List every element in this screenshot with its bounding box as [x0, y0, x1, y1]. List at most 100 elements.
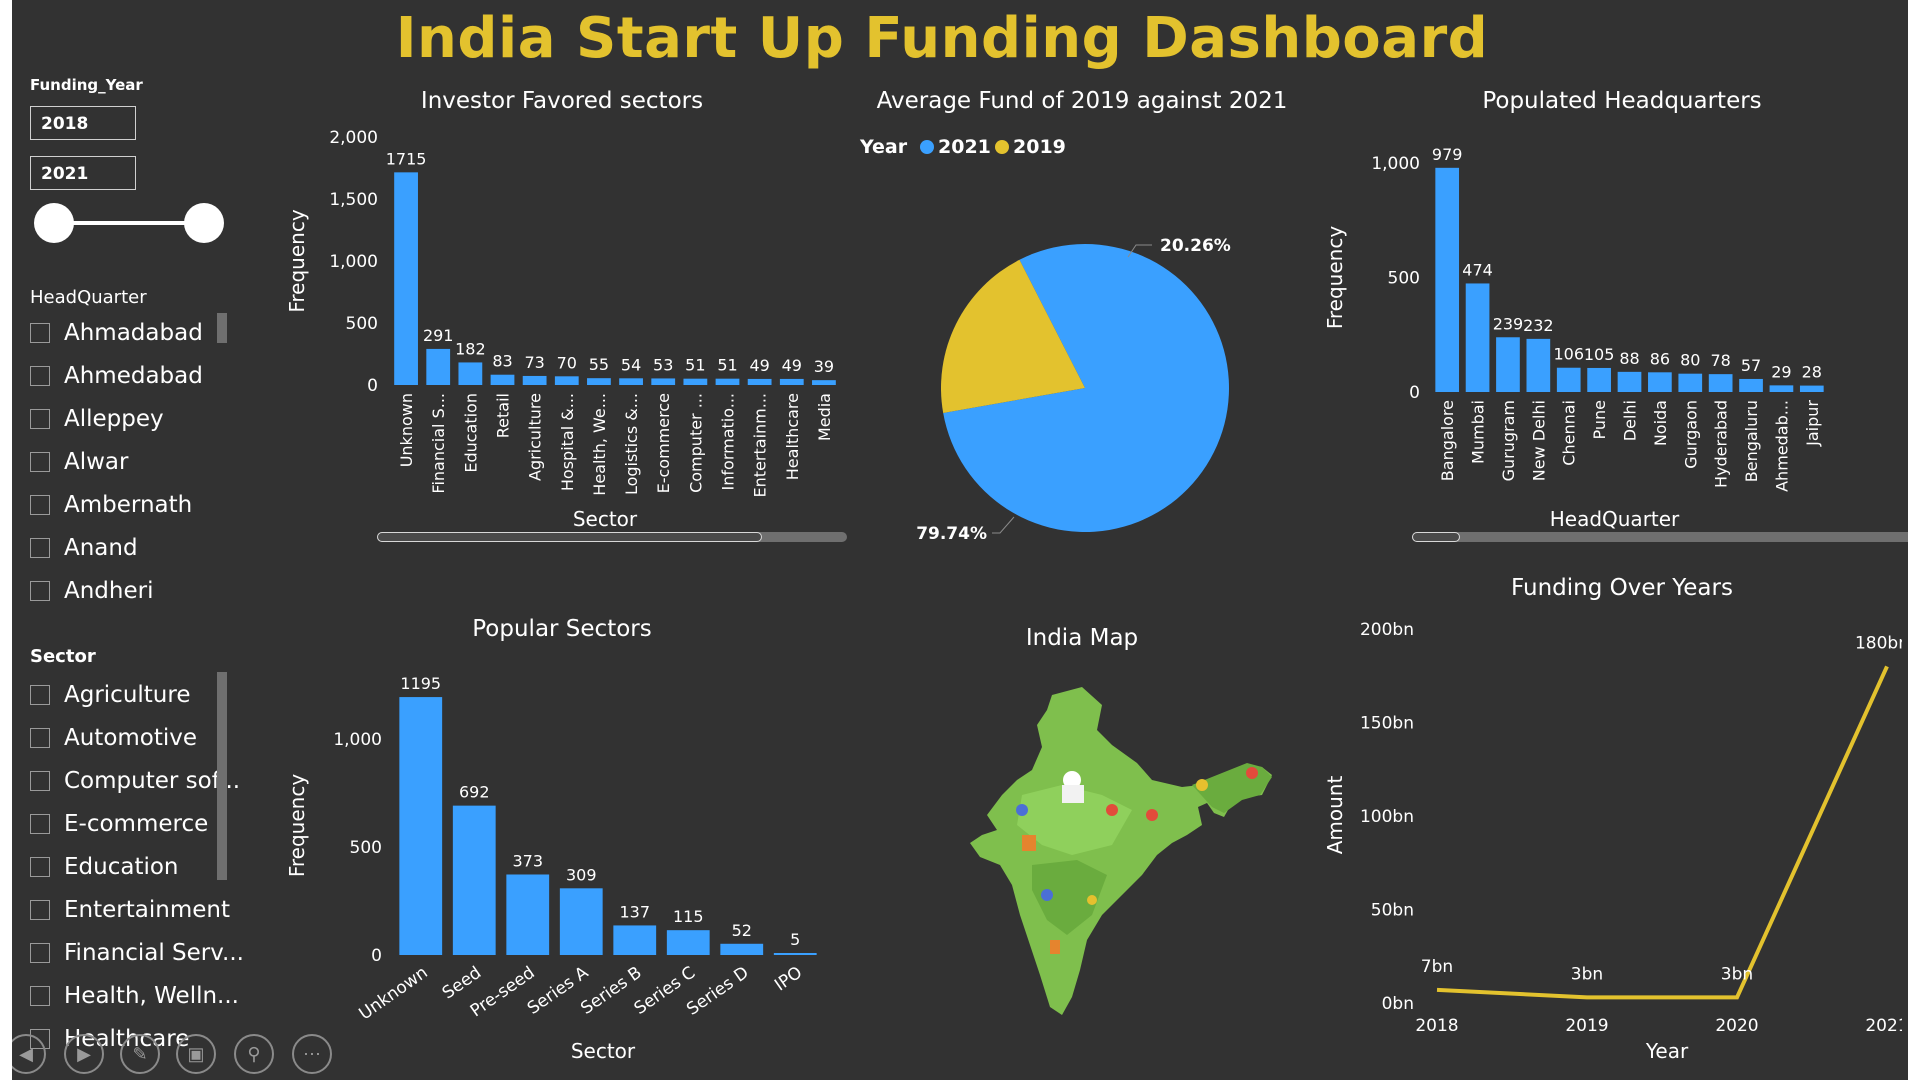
headquarter-filter-item[interactable]: Alleppey	[30, 404, 164, 434]
sector-filter-checkbox[interactable]	[30, 771, 50, 791]
back-icon[interactable]: ◀	[12, 1034, 46, 1074]
bar	[490, 374, 515, 385]
data-label: 78	[1710, 351, 1730, 370]
data-label: 1195	[400, 674, 441, 693]
data-label: 29	[1771, 362, 1791, 381]
bar	[773, 953, 817, 955]
headquarter-filter-item[interactable]: Ahmedabad	[30, 361, 203, 391]
funding-year-label: Funding_Year	[30, 76, 143, 94]
x-tick-label: Bangalore	[1438, 400, 1457, 481]
sector-filter-label: Education	[64, 854, 179, 880]
y-tick-label: 500	[1388, 269, 1420, 289]
headquarter-filter-label: Ahmadabad	[64, 320, 203, 346]
sector-filter-item[interactable]: Healthcare	[30, 1024, 189, 1054]
x-tick-label: Bengaluru	[1742, 400, 1761, 482]
x-tick-label: Computer ...	[686, 393, 705, 493]
sector-filter-checkbox[interactable]	[30, 814, 50, 834]
search-icon[interactable]: ⚲	[234, 1034, 274, 1074]
sector-filter-checkbox[interactable]	[30, 685, 50, 705]
headquarter-filter-label: Andheri	[64, 578, 154, 604]
sector-filter-checkbox[interactable]	[30, 728, 50, 748]
sector-filter-item[interactable]: E-commerce	[30, 809, 208, 839]
y-axis-label: Frequency	[1323, 226, 1347, 329]
year-from-input[interactable]: 2018	[30, 106, 136, 140]
x-tick-label: Ahmedab...	[1772, 400, 1791, 492]
bar	[522, 375, 547, 385]
bar	[779, 378, 804, 385]
bar	[666, 930, 710, 955]
year-to-input[interactable]: 2021	[30, 156, 136, 190]
sector-filter-checkbox[interactable]	[30, 943, 50, 963]
x-tick-label: Financial S...	[429, 393, 448, 494]
sector-filter-item[interactable]: Computer sof...	[30, 766, 240, 796]
bar	[812, 380, 836, 385]
bar	[1435, 167, 1460, 392]
bar	[720, 943, 764, 955]
legend-title: Year	[859, 136, 908, 158]
headquarter-filter-label: HeadQuarter	[30, 287, 147, 308]
sector-filter-item[interactable]: Entertainment	[30, 895, 230, 925]
headquarter-filter-checkbox[interactable]	[30, 495, 50, 515]
y-tick-label: 0	[367, 376, 378, 396]
sector-filter-checkbox[interactable]	[30, 900, 50, 920]
bar	[559, 888, 603, 955]
headquarter-filter-checkbox[interactable]	[30, 538, 50, 558]
data-label: 291	[423, 326, 454, 345]
y-tick-label: 150bn	[1360, 714, 1414, 734]
y-tick-label: 0	[371, 946, 382, 966]
more-options-icon[interactable]: ⋯	[292, 1034, 332, 1074]
forward-icon[interactable]: ▶	[64, 1034, 104, 1074]
headquarter-filter-checkbox[interactable]	[30, 366, 50, 386]
data-label: 182	[455, 339, 486, 358]
bar	[1526, 338, 1551, 392]
headquarter-filter-checkbox[interactable]	[30, 581, 50, 601]
sector-filter-item[interactable]: Automotive	[30, 723, 197, 753]
headquarter-filter-item[interactable]: Anand	[30, 533, 138, 563]
headquarter-filter-item[interactable]: Ahmadabad	[30, 318, 203, 348]
y-axis-label: Frequency	[285, 209, 309, 312]
data-label: 106	[1553, 345, 1584, 364]
sector-filter-checkbox[interactable]	[30, 986, 50, 1006]
avg-fund-title: Average Fund of 2019 against 2021	[876, 88, 1288, 114]
year-slider-end-handle[interactable]	[184, 203, 224, 243]
headquarter-filter-checkbox[interactable]	[30, 323, 50, 343]
bar	[506, 874, 550, 955]
headquarter-filter-checkbox[interactable]	[30, 409, 50, 429]
sector-filter-item[interactable]: Financial Serv...	[30, 938, 244, 968]
headquarters-chart: 0 500 1,000 Frequency 979 Bangalore 474 Mumbai 2…	[1323, 145, 1824, 531]
x-tick-label: Unknown	[355, 963, 431, 1025]
bar	[715, 378, 740, 385]
data-label: 692	[459, 783, 490, 802]
data-label: 373	[512, 851, 543, 870]
sector-filter-label: Automotive	[64, 725, 198, 751]
data-label: 5	[790, 930, 800, 949]
year-slider-start-handle[interactable]	[34, 203, 74, 243]
x-tick-label: Healthcare	[783, 393, 802, 480]
bar	[452, 805, 496, 955]
pen-icon[interactable]: ✎	[120, 1034, 160, 1074]
bar	[587, 378, 611, 385]
sector-filter-label: Agriculture	[64, 682, 191, 708]
headquarter-filter-item[interactable]: Ambernath	[30, 490, 192, 520]
data-label: 28	[1802, 363, 1822, 382]
sector-filter-item[interactable]: Education	[30, 852, 179, 882]
headquarters-scrollbar[interactable]	[1412, 532, 1908, 542]
layout-icon[interactable]: ▣	[176, 1034, 216, 1074]
bar	[1678, 373, 1703, 392]
headquarter-filter-item[interactable]: Andheri	[30, 576, 153, 606]
investor-sectors-scrollbar[interactable]	[377, 532, 847, 542]
y-tick-label: 500	[346, 314, 378, 334]
bar	[1708, 374, 1733, 392]
headquarter-filter-checkbox[interactable]	[30, 452, 50, 472]
sector-filter-checkbox[interactable]	[30, 857, 50, 877]
sector-filter-item[interactable]: Agriculture	[30, 680, 191, 710]
sector-filter-scrollbar[interactable]	[217, 672, 227, 880]
x-tick-label: Logistics &...	[622, 393, 641, 495]
sector-filter-label: E-commerce	[64, 811, 209, 837]
line-series	[1436, 665, 1889, 1000]
sector-filter-item[interactable]: Health, Welln...	[30, 981, 239, 1011]
headquarter-filter-item[interactable]: Alwar	[30, 447, 129, 477]
y-axis-label: Amount	[1323, 776, 1347, 855]
headquarter-filter-scrollbar[interactable]	[217, 313, 227, 343]
x-tick-label: Chennai	[1560, 400, 1579, 466]
